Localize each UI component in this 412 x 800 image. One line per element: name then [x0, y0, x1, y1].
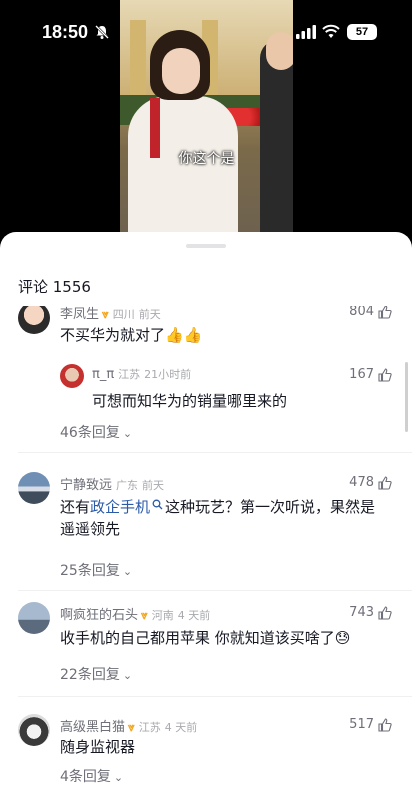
reply-user[interactable]: π_π 江苏 21小时前 [92, 366, 191, 382]
comment-user[interactable]: 宁静致远 广东 前天 [60, 474, 164, 493]
wifi-icon [322, 24, 340, 38]
avatar[interactable] [18, 472, 50, 504]
like-button[interactable]: 167 [349, 367, 392, 382]
thumb-up-icon [378, 306, 392, 319]
drag-handle[interactable] [186, 244, 226, 248]
username[interactable]: 宁静致远 [60, 478, 112, 493]
like-count: 167 [349, 367, 374, 382]
comment-location: 广东 [116, 479, 139, 492]
replies-label[interactable]: 4条回复 [60, 769, 111, 785]
thumb-up-icon [378, 367, 392, 382]
replies-label[interactable]: 22条回复 [60, 667, 120, 683]
badge-icon: ⩔ [102, 307, 109, 321]
like-count: 517 [349, 717, 374, 732]
badge-icon: ⩔ [141, 608, 148, 622]
comment-sheet: 评论 1556 李凤生 ⩔ 四川 前天 804 不买华为就对了👍👍 π_π 江苏 21小时… [0, 232, 412, 800]
like-button[interactable]: 517 [349, 717, 392, 732]
username[interactable]: 啊疯狂的石头 [60, 608, 138, 623]
like-button[interactable]: 804 [349, 306, 392, 319]
chevron-down-icon: ⌄ [122, 565, 133, 578]
comment-text[interactable]: 还有政企手机 这种玩艺？第一次听说，果然是遥遥领先 [60, 496, 390, 540]
thumb-up-icon [378, 475, 392, 490]
expand-replies-button[interactable]: 25条回复 ⌄ [60, 560, 132, 580]
battery-icon: 57 [347, 24, 377, 40]
username[interactable]: π_π [92, 367, 114, 382]
badge-icon: ⩔ [128, 720, 135, 734]
reply-time: 21小时前 [144, 368, 192, 381]
chevron-down-icon: ⌄ [113, 771, 124, 784]
reply-location: 江苏 [118, 368, 141, 381]
avatar[interactable] [60, 364, 84, 388]
video-player[interactable]: 你这个是 18:50 57 [0, 0, 412, 248]
replies-label[interactable]: 46条回复 [60, 425, 120, 441]
comment-list[interactable]: 李凤生 ⩔ 四川 前天 804 不买华为就对了👍👍 π_π 江苏 21小时前 167 可想… [0, 306, 412, 800]
divider [18, 696, 412, 697]
chevron-down-icon: ⌄ [122, 669, 133, 682]
comment-user[interactable]: 高级黑白猫 ⩔ 江苏 4 天前 [60, 716, 197, 735]
reply-text[interactable]: 可想而知华为的销量哪里来的 [92, 390, 287, 412]
expand-replies-button[interactable]: 4条回复 ⌄ [60, 766, 123, 786]
avatar[interactable] [18, 306, 50, 334]
avatar[interactable] [18, 602, 50, 634]
thumb-up-icon [378, 605, 392, 620]
video-subtitle: 你这个是 [178, 151, 235, 167]
avatar[interactable] [18, 714, 50, 746]
replies-label[interactable]: 25条回复 [60, 563, 120, 579]
comment-time: 前天 [138, 308, 161, 321]
comment-text[interactable]: 随身监视器 [60, 736, 135, 758]
like-count: 804 [349, 306, 374, 319]
comment-text[interactable]: 收手机的自己都用苹果 你就知道该买啥了😓 [60, 627, 350, 649]
comment-location: 江苏 [138, 721, 161, 734]
comment-time: 4 天前 [177, 609, 211, 622]
comment-time: 前天 [142, 479, 165, 492]
status-time: 18:50 [42, 22, 89, 42]
signal-icon [296, 25, 316, 39]
expand-replies-button[interactable]: 46条回复 ⌄ [60, 422, 132, 442]
bell-muted-icon [95, 25, 109, 39]
like-count: 478 [349, 475, 374, 490]
divider [18, 452, 412, 453]
comment-text-prefix: 还有 [60, 498, 91, 516]
search-link[interactable]: 政企手机 [90, 498, 150, 516]
comment-text[interactable]: 不买华为就对了👍👍 [60, 324, 202, 346]
comment-time: 4 天前 [164, 721, 198, 734]
comment-user[interactable]: 李凤生 ⩔ 四川 前天 [60, 306, 161, 322]
expand-replies-button[interactable]: 22条回复 ⌄ [60, 664, 132, 684]
like-count: 743 [349, 605, 374, 620]
chevron-down-icon: ⌄ [122, 427, 133, 440]
divider [18, 590, 412, 591]
search-icon[interactable] [152, 499, 163, 510]
comment-location: 四川 [112, 308, 135, 321]
status-bar: 18:50 57 [0, 0, 412, 60]
like-button[interactable]: 478 [349, 475, 392, 490]
comment-location: 河南 [151, 609, 174, 622]
comment-count-title: 评论 1556 [18, 278, 91, 296]
like-button[interactable]: 743 [349, 605, 392, 620]
username[interactable]: 高级黑白猫 [60, 720, 125, 735]
username[interactable]: 李凤生 [60, 307, 99, 322]
thumb-up-icon [378, 717, 392, 732]
comment-user[interactable]: 啊疯狂的石头 ⩔ 河南 4 天前 [60, 604, 210, 623]
